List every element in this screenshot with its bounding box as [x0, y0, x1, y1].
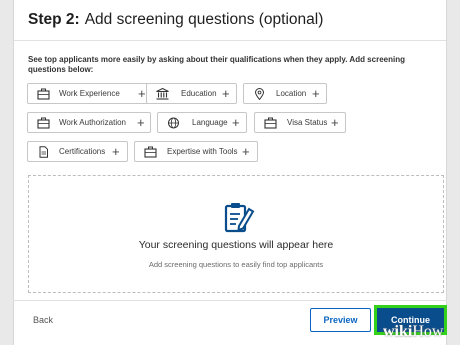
preview-button[interactable]: Preview: [310, 308, 371, 332]
institution-icon: [156, 88, 169, 100]
footer-divider: [13, 300, 447, 301]
step-number: Step 2:: [28, 11, 80, 28]
plus-icon: +: [112, 144, 120, 159]
chip-language[interactable]: Language +: [157, 112, 247, 133]
plus-icon: +: [312, 86, 320, 101]
chip-label: Visa Status: [287, 118, 328, 127]
plus-icon: +: [137, 115, 145, 130]
empty-state-title: Your screening questions will appear her…: [138, 239, 334, 251]
screening-questions-card: Step 2: Add screening questions (optiona…: [13, 0, 447, 345]
document-icon: [39, 146, 48, 158]
plus-icon: +: [222, 86, 230, 101]
chip-work-experience[interactable]: Work Experience +: [27, 83, 153, 104]
chip-label: Education: [181, 89, 217, 98]
screening-questions-empty-state: Your screening questions will appear her…: [28, 175, 444, 293]
step-title: Add screening questions (optional): [84, 11, 324, 28]
globe-icon: [168, 117, 179, 129]
back-button[interactable]: Back: [33, 315, 53, 325]
location-pin-icon: [254, 88, 265, 100]
chip-visa-status[interactable]: Visa Status +: [254, 112, 346, 133]
step-header: Step 2: Add screening questions (optiona…: [14, 0, 446, 41]
plus-icon: +: [242, 144, 250, 159]
chip-label: Expertise with Tools: [167, 147, 238, 156]
intro-text: See top applicants more easily by asking…: [28, 55, 405, 74]
plus-icon: +: [232, 115, 240, 130]
chip-label: Certifications: [59, 147, 106, 156]
briefcase-icon: [37, 117, 50, 129]
wikihow-watermark: wikiHow: [383, 323, 444, 340]
chip-label: Location: [276, 89, 307, 98]
chip-work-authorization[interactable]: Work Authorization +: [27, 112, 151, 133]
chip-expertise-with-tools[interactable]: Expertise with Tools +: [134, 141, 258, 162]
briefcase-icon: [264, 117, 277, 129]
chip-label: Work Experience: [59, 89, 120, 98]
clipboard-pencil-icon: [224, 203, 255, 233]
chip-certifications[interactable]: Certifications +: [27, 141, 128, 162]
empty-state-subtitle: Add screening questions to easily find t…: [148, 260, 324, 269]
chip-label: Language: [192, 118, 228, 127]
chip-location[interactable]: Location +: [243, 83, 327, 104]
briefcase-icon: [37, 88, 50, 100]
plus-icon: +: [138, 86, 146, 101]
plus-icon: +: [331, 115, 339, 130]
briefcase-icon: [144, 146, 157, 158]
chip-education[interactable]: Education +: [146, 83, 237, 104]
chip-label: Work Authorization: [59, 118, 126, 127]
